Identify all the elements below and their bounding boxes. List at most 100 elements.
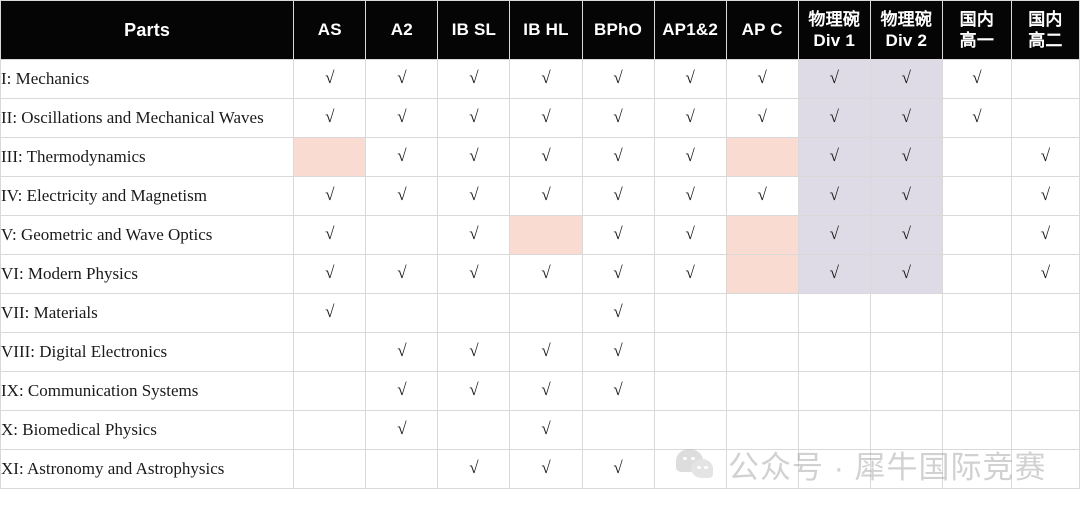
matrix-cell[interactable]: √ [509, 137, 583, 177]
matrix-cell[interactable] [797, 293, 871, 333]
column-header-ibsl[interactable]: IB SL [437, 0, 511, 60]
matrix-cell[interactable]: √ [293, 254, 367, 294]
matrix-cell[interactable] [653, 332, 727, 372]
matrix-cell[interactable]: √ [365, 254, 439, 294]
matrix-cell[interactable]: √ [437, 176, 511, 216]
matrix-cell[interactable] [797, 410, 871, 450]
matrix-cell[interactable]: √ [293, 98, 367, 138]
matrix-cell[interactable] [437, 293, 511, 333]
matrix-cell[interactable]: √ [653, 176, 727, 216]
column-header-gy1[interactable]: 国内 高一 [941, 0, 1012, 60]
matrix-cell[interactable]: √ [797, 59, 871, 99]
matrix-cell[interactable] [869, 371, 943, 411]
matrix-cell[interactable] [653, 410, 727, 450]
matrix-cell[interactable]: √ [581, 371, 655, 411]
matrix-cell[interactable]: √ [797, 254, 871, 294]
matrix-cell[interactable]: √ [725, 98, 799, 138]
matrix-cell[interactable] [941, 410, 1012, 450]
column-header-apc[interactable]: AP C [725, 0, 799, 60]
matrix-cell[interactable] [797, 332, 871, 372]
matrix-cell[interactable]: √ [509, 98, 583, 138]
matrix-cell[interactable] [725, 215, 799, 255]
matrix-cell[interactable]: √ [869, 137, 943, 177]
column-header-ap12[interactable]: AP1&2 [653, 0, 727, 60]
matrix-cell[interactable] [1010, 293, 1080, 333]
matrix-cell[interactable]: √ [365, 371, 439, 411]
matrix-cell[interactable] [1010, 410, 1080, 450]
matrix-cell[interactable]: √ [581, 215, 655, 255]
matrix-cell[interactable]: √ [797, 137, 871, 177]
matrix-cell[interactable]: √ [581, 332, 655, 372]
matrix-cell[interactable] [365, 293, 439, 333]
matrix-cell[interactable]: √ [581, 98, 655, 138]
matrix-cell[interactable] [1010, 98, 1080, 138]
matrix-cell[interactable]: √ [581, 254, 655, 294]
column-header-pbdiv1[interactable]: 物理碗 Div 1 [797, 0, 871, 60]
matrix-cell[interactable] [725, 371, 799, 411]
matrix-cell[interactable] [1010, 59, 1080, 99]
matrix-cell[interactable]: √ [509, 59, 583, 99]
matrix-cell[interactable]: √ [437, 371, 511, 411]
matrix-cell[interactable]: √ [653, 215, 727, 255]
matrix-cell[interactable]: √ [437, 215, 511, 255]
matrix-cell[interactable] [869, 293, 943, 333]
matrix-cell[interactable]: √ [1010, 137, 1080, 177]
matrix-cell[interactable]: √ [437, 98, 511, 138]
matrix-cell[interactable] [941, 293, 1012, 333]
matrix-cell[interactable] [653, 449, 727, 489]
matrix-cell[interactable] [941, 371, 1012, 411]
matrix-cell[interactable] [437, 410, 511, 450]
column-header-pbdiv2[interactable]: 物理碗 Div 2 [869, 0, 943, 60]
matrix-cell[interactable]: √ [653, 98, 727, 138]
matrix-cell[interactable]: √ [869, 176, 943, 216]
matrix-cell[interactable] [725, 449, 799, 489]
matrix-cell[interactable]: √ [869, 215, 943, 255]
matrix-cell[interactable] [293, 137, 367, 177]
matrix-cell[interactable] [653, 293, 727, 333]
matrix-cell[interactable] [1010, 371, 1080, 411]
matrix-cell[interactable] [725, 254, 799, 294]
matrix-cell[interactable]: √ [437, 254, 511, 294]
matrix-cell[interactable] [293, 332, 367, 372]
matrix-cell[interactable] [869, 449, 943, 489]
matrix-cell[interactable]: √ [365, 176, 439, 216]
matrix-cell[interactable]: √ [1010, 215, 1080, 255]
matrix-cell[interactable] [293, 410, 367, 450]
matrix-cell[interactable]: √ [653, 137, 727, 177]
matrix-cell[interactable]: √ [797, 176, 871, 216]
matrix-cell[interactable]: √ [725, 59, 799, 99]
column-header-parts[interactable]: Parts [0, 0, 295, 60]
matrix-cell[interactable] [581, 410, 655, 450]
matrix-cell[interactable] [365, 449, 439, 489]
matrix-cell[interactable]: √ [869, 98, 943, 138]
matrix-cell[interactable] [869, 410, 943, 450]
matrix-cell[interactable]: √ [365, 59, 439, 99]
matrix-cell[interactable]: √ [509, 410, 583, 450]
matrix-cell[interactable] [293, 371, 367, 411]
matrix-cell[interactable]: √ [293, 215, 367, 255]
matrix-cell[interactable]: √ [509, 254, 583, 294]
matrix-cell[interactable] [725, 410, 799, 450]
matrix-cell[interactable] [869, 332, 943, 372]
matrix-cell[interactable] [725, 332, 799, 372]
matrix-cell[interactable]: √ [581, 449, 655, 489]
column-header-as[interactable]: AS [293, 0, 367, 60]
matrix-cell[interactable] [653, 371, 727, 411]
matrix-cell[interactable]: √ [509, 449, 583, 489]
matrix-cell[interactable]: √ [365, 332, 439, 372]
matrix-cell[interactable]: √ [437, 449, 511, 489]
matrix-cell[interactable]: √ [365, 137, 439, 177]
matrix-cell[interactable]: √ [365, 98, 439, 138]
matrix-cell[interactable] [1010, 332, 1080, 372]
matrix-cell[interactable]: √ [437, 332, 511, 372]
column-header-a2[interactable]: A2 [365, 0, 439, 60]
matrix-cell[interactable]: √ [869, 59, 943, 99]
matrix-cell[interactable] [293, 449, 367, 489]
matrix-cell[interactable]: √ [293, 59, 367, 99]
matrix-cell[interactable]: √ [581, 293, 655, 333]
column-header-gy2[interactable]: 国内 高二 [1010, 0, 1080, 60]
matrix-cell[interactable] [941, 137, 1012, 177]
matrix-cell[interactable] [725, 137, 799, 177]
matrix-cell[interactable]: √ [437, 59, 511, 99]
matrix-cell[interactable]: √ [941, 59, 1012, 99]
